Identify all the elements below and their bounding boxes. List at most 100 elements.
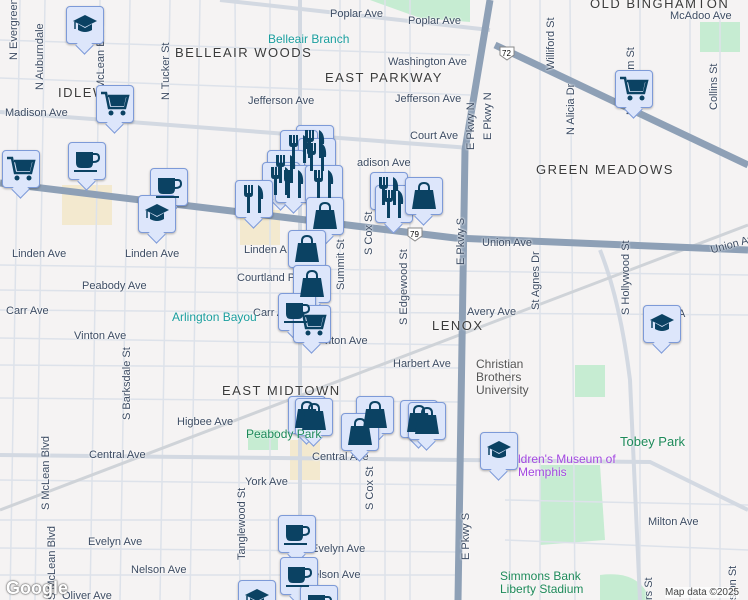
school-icon bbox=[486, 440, 512, 462]
street-label: Carr Ave bbox=[6, 305, 49, 317]
street-label: E Pkwy N bbox=[465, 102, 477, 150]
bag-icon bbox=[294, 235, 320, 263]
street-label: Poplar Ave bbox=[408, 15, 462, 27]
route-72-shield: 72 bbox=[502, 49, 511, 58]
street-label: Higbee Ave bbox=[177, 416, 234, 428]
food-marker[interactable] bbox=[235, 180, 273, 218]
street-label: adison Ave bbox=[357, 157, 411, 169]
bag-marker[interactable] bbox=[405, 177, 443, 215]
cart-icon bbox=[619, 76, 649, 102]
street-label: S Edgewood St bbox=[398, 249, 410, 325]
coffee-icon bbox=[285, 564, 313, 588]
school-marker[interactable] bbox=[480, 432, 518, 470]
coffee-marker[interactable] bbox=[278, 515, 316, 553]
street-label: Harbert Ave bbox=[393, 358, 451, 370]
street-label: Williford St bbox=[545, 17, 557, 70]
street-label: Tanglewood St bbox=[236, 487, 248, 560]
university-label[interactable]: Christian Brothers University bbox=[476, 358, 571, 397]
bag-marker[interactable] bbox=[295, 398, 333, 436]
museum-label[interactable]: ldren's Museum of Memphis bbox=[518, 453, 628, 479]
street-label: Union Ave bbox=[482, 237, 532, 249]
cart-icon bbox=[100, 91, 130, 117]
school-marker[interactable] bbox=[643, 305, 681, 343]
food-icon bbox=[242, 184, 266, 214]
street-label: S McLean Blvd bbox=[40, 436, 52, 510]
cart-marker[interactable] bbox=[615, 70, 653, 108]
street-label: Evelyn Ave bbox=[88, 536, 143, 548]
food-icon bbox=[305, 142, 329, 172]
street-label: St Agnes Dr bbox=[530, 251, 542, 310]
street-label: E Pkwy N bbox=[482, 92, 494, 140]
bag-icon bbox=[347, 418, 373, 446]
bag-marker[interactable] bbox=[306, 197, 344, 235]
street-label: N Evergreen bbox=[8, 0, 20, 60]
library-label[interactable]: Belleair Branch bbox=[268, 33, 349, 46]
route-79-shield: 79 bbox=[410, 230, 419, 239]
park-label[interactable]: Tobey Park bbox=[620, 435, 685, 448]
cart-marker[interactable] bbox=[96, 85, 134, 123]
street-label: Courtland P bbox=[237, 272, 296, 284]
street-label: Collins St bbox=[708, 63, 720, 110]
street-label: Oliver Ave bbox=[62, 590, 112, 600]
street-label: Linden Ave bbox=[125, 248, 180, 260]
stadium-label[interactable]: Simmons Bank Liberty Stadium bbox=[500, 570, 610, 596]
food-icon bbox=[312, 169, 336, 199]
coffee-icon bbox=[283, 522, 311, 546]
street-label: Poplar Ave bbox=[330, 8, 384, 20]
copyright[interactable]: Map data ©2025 bbox=[665, 587, 740, 598]
school-marker[interactable] bbox=[238, 580, 276, 600]
street-label: elson Ave bbox=[313, 569, 361, 581]
coffee-icon bbox=[73, 149, 101, 173]
street-label: S Hollywood St bbox=[620, 240, 632, 315]
street-label: E Pkwy S bbox=[455, 217, 467, 265]
school-icon bbox=[649, 313, 675, 335]
bag-marker[interactable] bbox=[408, 402, 446, 440]
bag-icon bbox=[414, 407, 440, 435]
neighborhood-label: LENOX bbox=[432, 318, 484, 333]
street-label: S Cox St bbox=[364, 466, 376, 510]
bag-icon bbox=[411, 182, 437, 210]
cart-icon bbox=[297, 311, 327, 337]
food-icon bbox=[282, 169, 306, 199]
google-logo[interactable]: Google bbox=[6, 578, 68, 599]
cart-icon bbox=[6, 156, 36, 182]
food-icon bbox=[382, 189, 406, 219]
cart-marker[interactable] bbox=[293, 305, 331, 343]
map[interactable]: 79 72 BELLEAIR WOODS EAST PARKWAY IDLEWILD… bbox=[0, 0, 748, 600]
street-label: Peabody Ave bbox=[82, 280, 147, 292]
street-label: Nelson Ave bbox=[131, 564, 187, 576]
bag-icon bbox=[312, 202, 338, 230]
street-label: Avery Ave bbox=[467, 306, 517, 318]
school-marker[interactable] bbox=[66, 6, 104, 44]
street-label: Linden Ave bbox=[12, 248, 67, 260]
bag-marker[interactable] bbox=[288, 230, 326, 268]
street-label: N Tucker St bbox=[160, 42, 172, 100]
bag-icon bbox=[301, 403, 327, 431]
park-label[interactable]: Arlington Bayou bbox=[172, 311, 257, 324]
street-label: Milton Ave bbox=[648, 516, 699, 528]
street-label: Linden A bbox=[244, 244, 287, 256]
street-label: N Alicia Dr bbox=[565, 83, 577, 135]
street-label: S Cox St bbox=[363, 211, 375, 255]
street-label: York Ave bbox=[245, 476, 288, 488]
neighborhood-label: EAST PARKWAY bbox=[325, 70, 443, 85]
street-label: Jefferson Ave bbox=[248, 95, 315, 107]
coffee-icon bbox=[155, 175, 183, 199]
street-label: Vinton Ave bbox=[74, 330, 127, 342]
street-label: E Pkwy S bbox=[460, 512, 472, 560]
cart-marker[interactable] bbox=[2, 150, 40, 188]
street-label: Evelyn Ave bbox=[311, 543, 366, 555]
street-label: rs St bbox=[643, 577, 655, 600]
street-label: S Barksdale St bbox=[121, 347, 133, 420]
bag-marker[interactable] bbox=[293, 265, 331, 303]
street-label: Court Ave bbox=[410, 130, 459, 142]
neighborhood-label: GREEN MEADOWS bbox=[536, 162, 674, 177]
street-label: N Auburndale bbox=[34, 23, 46, 90]
coffee-marker[interactable] bbox=[68, 142, 106, 180]
street-label: Madison Ave bbox=[5, 107, 68, 119]
street-label: Jefferson Ave bbox=[395, 93, 462, 105]
school-marker[interactable] bbox=[138, 195, 176, 233]
school-icon bbox=[72, 14, 98, 36]
coffee-icon bbox=[305, 592, 333, 600]
street-label: Washington Ave bbox=[388, 56, 467, 68]
